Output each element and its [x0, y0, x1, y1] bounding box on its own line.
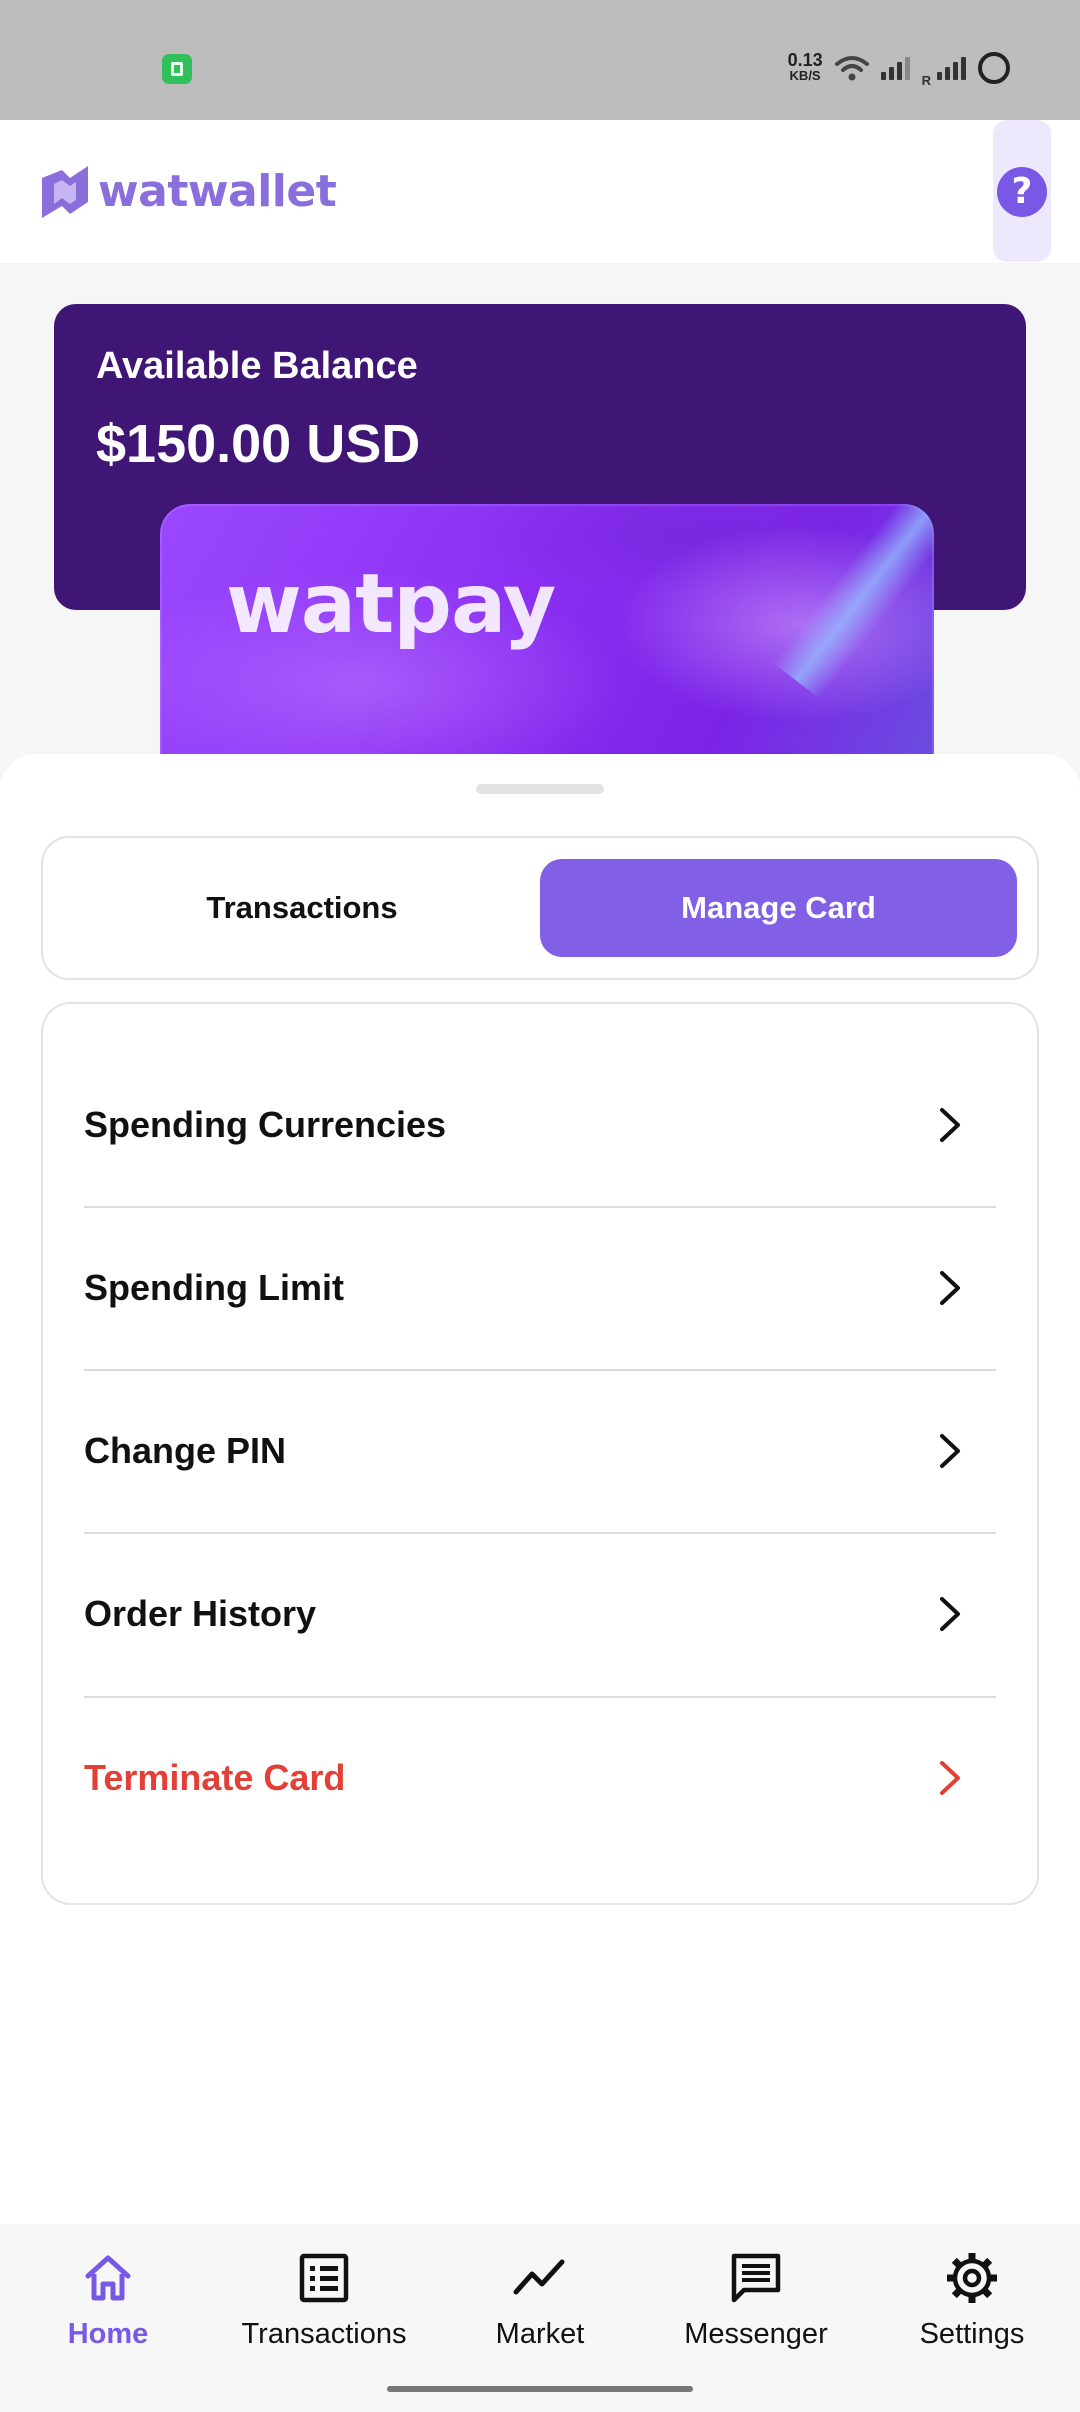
status-bar: 0.13 KB/S R [0, 0, 1080, 120]
chevron-right-icon [940, 1596, 960, 1631]
menu-item-change-pin[interactable]: Change PIN [84, 1369, 996, 1532]
roaming-indicator: R [921, 73, 931, 88]
watwallet-logo-icon [42, 166, 88, 218]
help-button-container[interactable]: ? [993, 120, 1051, 262]
menu-item-label: Order History [84, 1592, 317, 1634]
menu-item-label: Spending Limit [84, 1266, 344, 1308]
menu-item-label: Spending Currencies [84, 1103, 447, 1145]
brand-name: watwallet [98, 165, 337, 217]
nav-label: Transactions [241, 2318, 407, 2350]
signal-strength-icon [880, 56, 910, 80]
nav-item-transactions[interactable]: Transactions [224, 2250, 424, 2351]
network-speed-value: 0.13 [787, 50, 823, 70]
network-speed-unit: KB/S [789, 68, 821, 83]
nav-label: Home [67, 2318, 149, 2350]
balance-amount: $150.00 USD [96, 414, 421, 474]
nav-label: Messenger [684, 2318, 828, 2350]
drag-handle[interactable] [476, 784, 604, 794]
status-indicators: 0.13 KB/S R [788, 48, 1010, 88]
tab-manage-card[interactable]: Manage Card [540, 859, 1017, 957]
nav-item-market[interactable]: Market [440, 2250, 640, 2351]
message-icon [731, 2253, 781, 2303]
card-brand-logo: watpay [226, 557, 556, 652]
menu-item-order-history[interactable]: Order History [84, 1532, 996, 1695]
gear-icon [947, 2253, 997, 2303]
menu-item-label: Terminate Card [84, 1756, 346, 1798]
tab-transactions[interactable]: Transactions [62, 859, 542, 957]
help-icon[interactable]: ? [997, 167, 1047, 217]
menu-item-spending-currencies[interactable]: Spending Currencies [84, 1043, 996, 1206]
battery-icon [978, 52, 1010, 84]
trend-icon [513, 2259, 565, 2295]
chevron-right-icon [940, 1107, 960, 1142]
nav-item-messenger[interactable]: Messenger [656, 2250, 856, 2351]
nav-item-home[interactable]: Home [8, 2250, 208, 2351]
nav-label: Market [495, 2318, 585, 2350]
chevron-right-icon [940, 1433, 960, 1468]
signal-strength-icon-2 [937, 56, 966, 80]
home-icon [85, 2255, 131, 2301]
list-icon [299, 2253, 349, 2303]
system-home-indicator[interactable] [387, 2386, 693, 2392]
app-logo: watwallet [40, 160, 337, 222]
notification-app-icon [162, 54, 192, 84]
nav-label: Settings [919, 2318, 1025, 2350]
nav-item-settings[interactable]: Settings [872, 2250, 1072, 2351]
menu-item-label: Change PIN [84, 1429, 287, 1471]
chevron-right-icon [940, 1270, 960, 1305]
chevron-right-icon [940, 1760, 960, 1795]
network-speed: 0.13 KB/S [787, 50, 823, 83]
app-header: watwallet [0, 120, 1080, 263]
menu-item-terminate-card[interactable]: Terminate Card [84, 1696, 996, 1859]
balance-label: Available Balance [96, 345, 418, 387]
menu-item-spending-limit[interactable]: Spending Limit [84, 1206, 996, 1369]
wifi-icon [834, 56, 869, 81]
